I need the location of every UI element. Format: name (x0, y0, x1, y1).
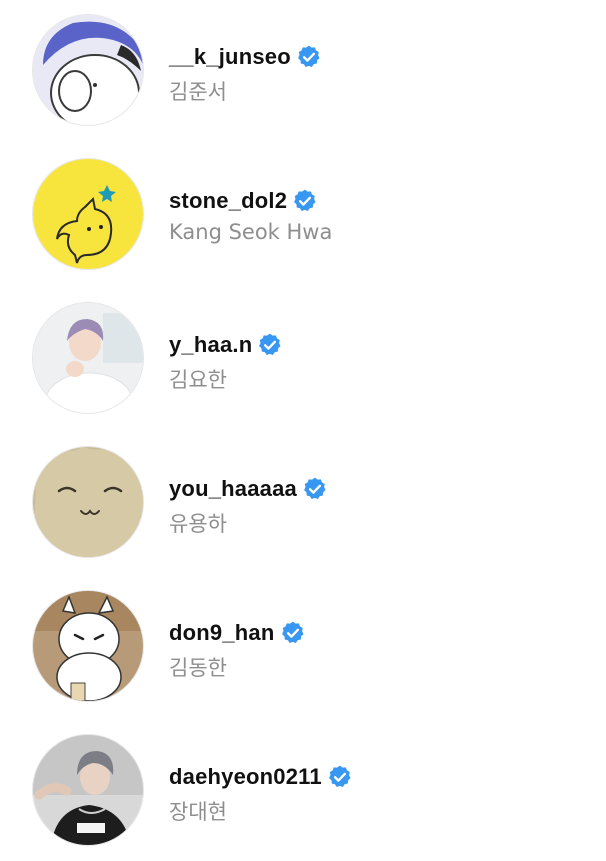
avatar[interactable] (32, 158, 144, 270)
avatar-doodle-icon (33, 159, 143, 269)
account-row[interactable]: don9_han 김동한 (0, 590, 606, 720)
avatar[interactable] (32, 590, 144, 702)
account-row[interactable]: y_haa.n 김요한 (0, 302, 606, 432)
full-name: 김준서 (169, 80, 227, 104)
full-name: 김요한 (169, 368, 227, 392)
verified-badge-icon (302, 476, 328, 502)
avatar-photo-icon (33, 303, 143, 413)
avatar[interactable] (32, 446, 144, 558)
verified-badge-icon (327, 764, 353, 790)
account-row[interactable]: you_haaaaa 유용하 (0, 446, 606, 576)
verified-badge-icon (280, 620, 306, 646)
avatar-cartoon-icon (33, 15, 143, 125)
avatar-moomin-icon (33, 591, 143, 701)
verified-badge-icon (296, 44, 322, 70)
full-name: 장대현 (169, 800, 227, 824)
username[interactable]: don9_han (169, 620, 275, 646)
account-row[interactable]: __k_junseo 김준서 (0, 14, 606, 144)
full-name: 유용하 (169, 512, 227, 536)
username[interactable]: daehyeon0211 (169, 764, 322, 790)
avatar[interactable] (32, 302, 144, 414)
verified-badge-icon (257, 332, 283, 358)
username[interactable]: __k_junseo (169, 44, 291, 70)
username[interactable]: you_haaaaa (169, 476, 297, 502)
avatar-photo-icon (33, 735, 143, 845)
avatar[interactable] (32, 734, 144, 846)
full-name: 김동한 (169, 656, 227, 680)
avatar-creature-icon (33, 447, 143, 557)
account-list: __k_junseo 김준서 stone_dol2 Kang Seok Hwa (0, 0, 606, 861)
account-row[interactable]: daehyeon0211 장대현 (0, 734, 606, 861)
full-name: Kang Seok Hwa (169, 220, 333, 244)
username[interactable]: y_haa.n (169, 332, 252, 358)
username[interactable]: stone_dol2 (169, 188, 287, 214)
account-row[interactable]: stone_dol2 Kang Seok Hwa (0, 158, 606, 288)
avatar[interactable] (32, 14, 144, 126)
verified-badge-icon (292, 188, 318, 214)
